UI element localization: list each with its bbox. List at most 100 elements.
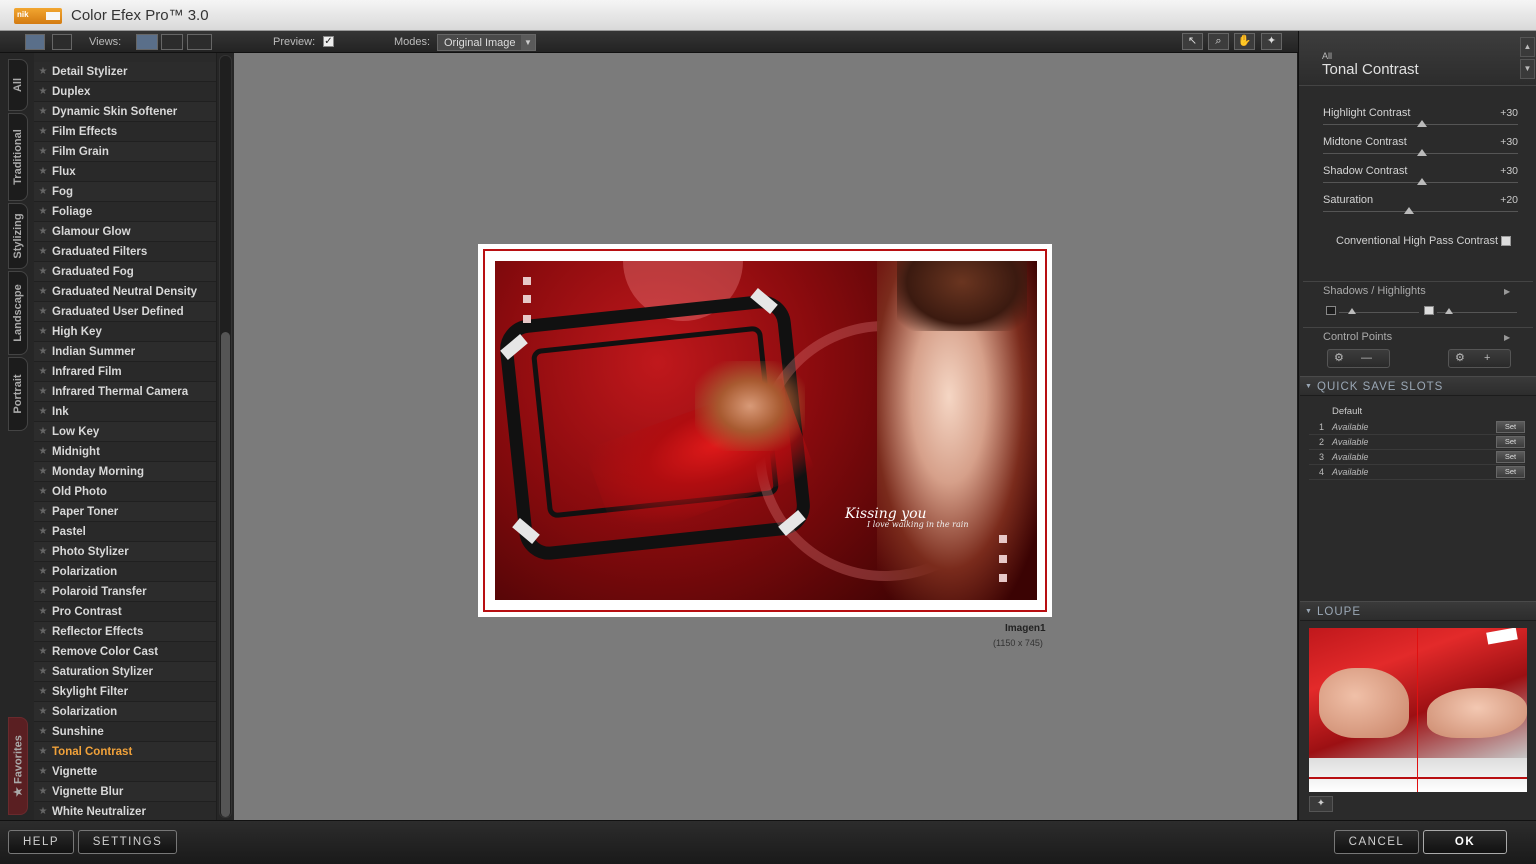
filter-item[interactable]: ★ Graduated Neutral Density (34, 282, 216, 302)
filter-item[interactable]: ★ Polarization (34, 562, 216, 582)
loupe-pin-button[interactable]: ✦ (1309, 796, 1333, 812)
favorite-star-icon[interactable]: ★ (34, 286, 52, 297)
favorite-star-icon[interactable]: ★ (34, 666, 52, 677)
favorite-star-icon[interactable]: ★ (34, 166, 52, 177)
filter-item[interactable]: ★ Detail Stylizer (34, 62, 216, 82)
favorite-star-icon[interactable]: ★ (34, 446, 52, 457)
filter-item[interactable]: ★ Graduated Filters (34, 242, 216, 262)
slider-highlight-contrast[interactable]: Highlight Contrast +30 (1323, 107, 1518, 136)
favorite-star-icon[interactable]: ★ (34, 746, 52, 757)
single-view-thumbnail-button[interactable] (25, 34, 45, 50)
filter-header[interactable]: All Tonal Contrast ▲ ▼ (1299, 31, 1536, 86)
slider-thumb[interactable] (1417, 149, 1427, 156)
slider-shadow-contrast[interactable]: Shadow Contrast +30 (1323, 165, 1518, 194)
shadows-slider-thumb[interactable] (1348, 308, 1356, 314)
default-slot[interactable]: Default (1332, 406, 1362, 417)
favorite-star-icon[interactable]: ★ (34, 226, 52, 237)
filter-item[interactable]: ★ White Neutralizer (34, 802, 216, 820)
filter-item[interactable]: ★ High Key (34, 322, 216, 342)
expand-control-points-icon[interactable]: ▶ (1504, 333, 1510, 342)
filter-item[interactable]: ★ Flux (34, 162, 216, 182)
slot-set-button[interactable]: Set (1496, 436, 1525, 448)
filter-item[interactable]: ★ Remove Color Cast (34, 642, 216, 662)
favorite-star-icon[interactable]: ★ (34, 246, 52, 257)
favorite-star-icon[interactable]: ★ (34, 126, 52, 137)
add-control-point-button[interactable]: ⚙ + (1448, 349, 1511, 368)
favorite-star-icon[interactable]: ★ (34, 266, 52, 277)
select-tool-icon[interactable]: ↖ (1182, 33, 1203, 50)
filter-item[interactable]: ★ Ink (34, 402, 216, 422)
zoom-tool-icon[interactable]: ⌕ (1208, 33, 1229, 50)
tab-portrait[interactable]: Portrait (8, 357, 28, 431)
slider-track[interactable] (1323, 211, 1518, 212)
favorite-star-icon[interactable]: ★ (34, 786, 52, 797)
filter-item[interactable]: ★ Low Key (34, 422, 216, 442)
tab-traditional[interactable]: Traditional (8, 113, 28, 201)
favorite-star-icon[interactable]: ★ (34, 766, 52, 777)
filter-item[interactable]: ★ Tonal Contrast (34, 742, 216, 762)
previous-filter-button[interactable]: ▲ (1520, 37, 1535, 57)
filter-item[interactable]: ★ Infrared Film (34, 362, 216, 382)
slider-thumb[interactable] (1404, 207, 1414, 214)
filter-item[interactable]: ★ Monday Morning (34, 462, 216, 482)
settings-button[interactable]: SETTINGS (78, 830, 177, 854)
quick-save-slot[interactable]: 1 Available Set (1309, 420, 1525, 435)
favorite-star-icon[interactable]: ★ (34, 506, 52, 517)
view-side-by-side-button[interactable] (187, 34, 212, 50)
tab-stylizing[interactable]: Stylizing (8, 203, 28, 269)
favorite-star-icon[interactable]: ★ (34, 346, 52, 357)
slider-thumb[interactable] (1417, 120, 1427, 127)
control-points-header[interactable]: Control Points (1323, 331, 1392, 343)
favorite-star-icon[interactable]: ★ (34, 526, 52, 537)
favorite-star-icon[interactable]: ★ (34, 546, 52, 557)
view-split-button[interactable] (161, 34, 183, 50)
filter-item[interactable]: ★ Pastel (34, 522, 216, 542)
highlights-slider-thumb[interactable] (1445, 308, 1453, 314)
preview-checkbox[interactable]: ✓ (323, 36, 334, 47)
filter-item[interactable]: ★ Saturation Stylizer (34, 662, 216, 682)
filter-item[interactable]: ★ Glamour Glow (34, 222, 216, 242)
favorite-star-icon[interactable]: ★ (34, 366, 52, 377)
remove-control-point-button[interactable]: ⚙ — (1327, 349, 1390, 368)
favorite-star-icon[interactable]: ★ (34, 806, 52, 817)
expand-shadows-highlights-icon[interactable]: ▶ (1504, 287, 1510, 296)
favorite-star-icon[interactable]: ★ (34, 486, 52, 497)
help-button[interactable]: HELP (8, 830, 74, 854)
favorite-star-icon[interactable]: ★ (34, 606, 52, 617)
slot-set-button[interactable]: Set (1496, 421, 1525, 433)
scrollbar-thumb[interactable] (221, 332, 230, 817)
filter-item[interactable]: ★ Film Effects (34, 122, 216, 142)
favorite-star-icon[interactable]: ★ (34, 586, 52, 597)
favorite-star-icon[interactable]: ★ (34, 466, 52, 477)
filter-item[interactable]: ★ Midnight (34, 442, 216, 462)
filter-item[interactable]: ★ Reflector Effects (34, 622, 216, 642)
cancel-button[interactable]: CANCEL (1334, 830, 1419, 854)
favorite-star-icon[interactable]: ★ (34, 386, 52, 397)
favorite-star-icon[interactable]: ★ (34, 306, 52, 317)
favorite-star-icon[interactable]: ★ (34, 706, 52, 717)
filter-item[interactable]: ★ Graduated Fog (34, 262, 216, 282)
quick-save-slot[interactable]: 2 Available Set (1309, 435, 1525, 450)
preview-canvas[interactable]: Kissing you I love walking in the rain (234, 53, 1297, 820)
next-filter-button[interactable]: ▼ (1520, 59, 1535, 79)
filter-item[interactable]: ★ Old Photo (34, 482, 216, 502)
preview-image[interactable]: Kissing you I love walking in the rain (478, 244, 1052, 617)
filter-item[interactable]: ★ Paper Toner (34, 502, 216, 522)
shadows-highlights-header[interactable]: Shadows / Highlights (1323, 285, 1426, 297)
favorite-star-icon[interactable]: ★ (34, 686, 52, 697)
filter-item[interactable]: ★ Solarization (34, 702, 216, 722)
favorite-star-icon[interactable]: ★ (34, 66, 52, 77)
filter-item[interactable]: ★ Graduated User Defined (34, 302, 216, 322)
quick-save-slot[interactable]: 3 Available Set (1309, 450, 1525, 465)
filter-item[interactable]: ★ Fog (34, 182, 216, 202)
favorite-star-icon[interactable]: ★ (34, 326, 52, 337)
filter-item[interactable]: ★ Dynamic Skin Softener (34, 102, 216, 122)
loupe-header[interactable]: LOUPE (1300, 601, 1536, 621)
filter-item[interactable]: ★ Vignette Blur (34, 782, 216, 802)
favorite-star-icon[interactable]: ★ (34, 406, 52, 417)
favorite-star-icon[interactable]: ★ (34, 626, 52, 637)
favorite-star-icon[interactable]: ★ (34, 86, 52, 97)
filter-item[interactable]: ★ Infrared Thermal Camera (34, 382, 216, 402)
quick-save-slot[interactable]: 4 Available Set (1309, 465, 1525, 480)
favorite-star-icon[interactable]: ★ (34, 206, 52, 217)
